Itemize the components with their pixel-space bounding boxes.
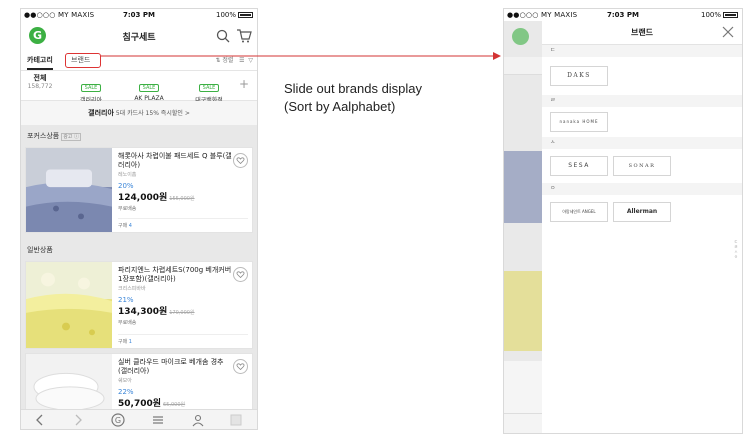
annotation-text: Slide out brands display (Sort by Aalpha… <box>284 81 423 114</box>
brand-panel-screen: ●●○○○ MY MAXIS 7:03 PM 100% 브랜드 ㄷ DAKS ㄹ… <box>503 8 743 434</box>
dimmed-tabs <box>504 57 542 75</box>
brand-logo-sesa[interactable]: SESA <box>550 156 608 176</box>
brand-logo-home[interactable]: nanaka HOME <box>550 112 608 132</box>
dimmed-bottom-bar <box>504 413 542 433</box>
brand-group: DAKS <box>542 57 742 95</box>
battery-label: 100% <box>700 11 721 19</box>
letter-header: ㄷ <box>542 45 742 57</box>
brand-logo-angel[interactable]: 아망세인트 ANGEL <box>550 202 608 222</box>
dimmed-product-image <box>504 271 542 351</box>
status-bar: ●●○○○ MY MAXIS 7:03 PM 100% <box>504 9 742 21</box>
dimmed-background[interactable] <box>504 21 542 433</box>
letter-header: ㄹ <box>542 95 742 107</box>
brand-group: 아망세인트 ANGEL Allerman <box>542 195 742 229</box>
dimmed-product-image <box>504 151 542 223</box>
alphabet-index-bar[interactable]: ㄷ ㄹ ㅅ ㅇ <box>733 239 739 259</box>
index-letter[interactable]: ㅇ <box>733 254 739 259</box>
panel-title: 브랜드 <box>630 28 654 37</box>
battery-icon <box>723 12 738 18</box>
panel-header: 브랜드 <box>542 21 742 45</box>
close-icon[interactable] <box>720 24 736 40</box>
brand-group: SESA SONAR <box>542 149 742 183</box>
brand-logo-daks[interactable]: DAKS <box>550 66 608 86</box>
g-logo-icon <box>512 28 529 45</box>
battery-indicator: 100% <box>701 11 738 19</box>
brand-group: nanaka HOME <box>542 107 742 137</box>
letter-header: ㅅ <box>542 137 742 149</box>
letter-header: ㅇ <box>542 183 742 195</box>
brand-logo-sonar[interactable]: SONAR <box>613 156 671 176</box>
brand-slideout-panel: 브랜드 ㄷ DAKS ㄹ nanaka HOME ㅅ SESA SONAR ㅇ … <box>542 21 742 433</box>
brand-logo-allerman[interactable]: Allerman <box>613 202 671 222</box>
stage: ●●○○○ MY MAXIS 7:03 PM 100% G 침구세트 카테고리 … <box>0 0 751 438</box>
dimmed-product-image <box>504 361 542 413</box>
